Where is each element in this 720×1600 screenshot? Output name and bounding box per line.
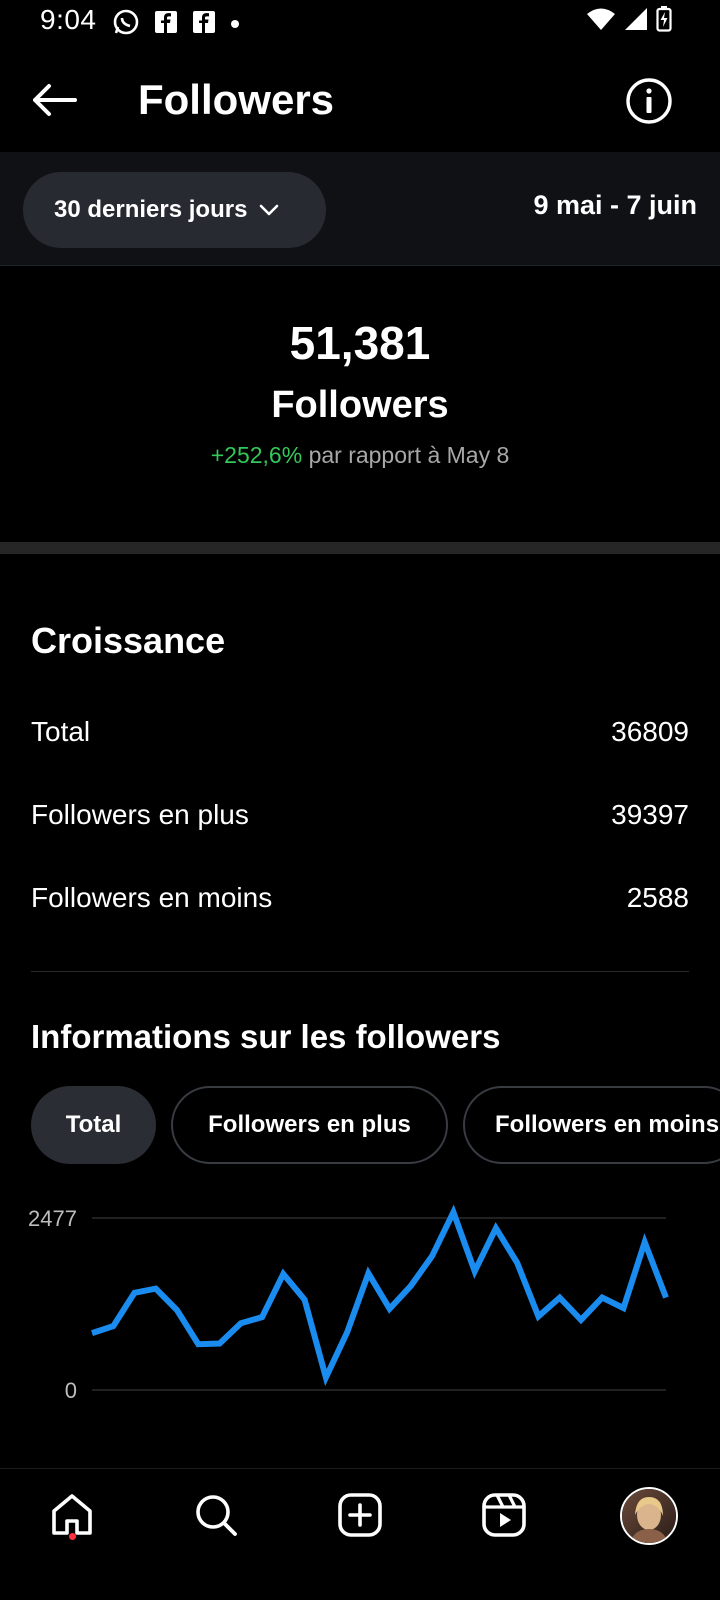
follower-count-label: Followers [271,384,449,426]
followers-summary: 51,381 Followers +252,6% par rapport à M… [0,266,720,542]
search-icon [193,1492,239,1543]
whatsapp-icon [112,8,140,41]
stat-label: Total [31,716,91,747]
date-range-dropdown[interactable]: 30 derniers jours [23,172,326,248]
y-tick-label: 0 [65,1378,77,1400]
create-icon [337,1492,383,1543]
bottom-nav [0,1468,720,1600]
follower-count: 51,381 [289,317,431,369]
stat-label: Followers en plus [31,799,249,830]
divider [31,971,689,972]
chip-gained[interactable]: Followers en plus [171,1086,448,1164]
stat-row-gained: Followers en plus 39397 [31,799,689,839]
section-divider [0,542,720,554]
signal-icon [624,7,648,36]
status-time: 9:04 [40,4,97,35]
header: Followers [0,54,720,150]
stat-value: 36809 [611,716,689,747]
chip-label: Followers en plus [208,1111,411,1138]
dot-icon [230,16,240,34]
change-percent: +252,6% [210,442,303,468]
range-label: 30 derniers jours [54,196,248,223]
chip-label: Followers en moins [495,1111,720,1138]
nav-reels[interactable] [474,1487,534,1547]
wifi-icon [586,7,616,36]
info-button[interactable] [624,76,674,126]
stat-label: Followers en moins [31,882,273,913]
back-button[interactable] [26,74,82,130]
facebook-icon [192,10,216,39]
follower-change: +252,6% par rapport à May 8 [0,442,720,469]
stat-row-lost: Followers en moins 2588 [31,882,689,922]
nav-create[interactable] [330,1487,390,1547]
chip-lost[interactable]: Followers en moins [463,1086,720,1164]
system-icons [586,6,672,37]
filter-bar: 30 derniers jours 9 mai - 7 juin [0,152,720,266]
series-line [91,1204,669,1387]
arrow-left-icon [31,83,77,122]
chip-label: Total [65,1111,122,1138]
info-icon [624,78,674,130]
battery-charging-icon [656,6,672,37]
status-bar: 9:04 [0,0,720,44]
nav-search[interactable] [186,1487,246,1547]
stat-row-total: Total 36809 [31,716,689,756]
stat-value: 2588 [626,882,689,913]
notification-dot [69,1533,76,1540]
notification-icons [112,8,240,41]
page-title: Followers [138,76,335,123]
growth-title: Croissance [31,620,226,661]
facebook-icon [154,10,178,39]
y-tick-label: 2477 [28,1206,77,1231]
change-text: par rapport à May 8 [308,442,510,468]
profile-avatar[interactable] [620,1487,678,1545]
stat-value: 39397 [611,799,689,830]
followers-line-chart: 2477 0 [28,1204,669,1400]
date-range: 9 mai - 7 juin [533,190,697,220]
chevron-down-icon [259,196,279,224]
followers-info-title: Informations sur les followers [31,1018,501,1055]
reels-icon [481,1492,527,1543]
chip-total[interactable]: Total [31,1086,156,1164]
